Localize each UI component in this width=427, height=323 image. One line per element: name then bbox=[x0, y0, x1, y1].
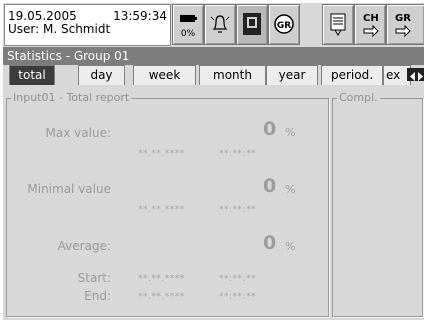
statistics-content: Input01 - Total report Max value: 0 % **… bbox=[3, 85, 424, 320]
start-label: Start: bbox=[77, 271, 111, 285]
tab-scroll-right[interactable] bbox=[416, 68, 424, 81]
status-info-box: 19.05.2005 13:59:34 User: M. Schmidt bbox=[4, 4, 171, 46]
display-icon bbox=[243, 13, 261, 35]
print-icon bbox=[330, 13, 346, 36]
compl-panel: Compl. bbox=[332, 91, 423, 317]
ch-switch-icon bbox=[363, 24, 379, 38]
alarm-button[interactable] bbox=[204, 4, 236, 45]
max-value: 0 bbox=[263, 118, 277, 140]
print-button[interactable] bbox=[322, 4, 354, 45]
min-date: **.**.**** bbox=[138, 205, 185, 215]
max-time: **:**:** bbox=[219, 149, 257, 159]
average-value: 0 bbox=[263, 232, 277, 254]
start-date: **.**.**** bbox=[138, 274, 185, 284]
gr-icon: GR bbox=[274, 14, 294, 34]
alarm-bell-icon bbox=[210, 15, 230, 33]
tab-period[interactable]: period. bbox=[321, 65, 383, 85]
input-report-panel: Input01 - Total report Max value: 0 % **… bbox=[6, 91, 329, 317]
group-switch-button[interactable]: GR bbox=[386, 4, 424, 45]
end-time: **:**:** bbox=[219, 292, 257, 302]
battery-percent: 0% bbox=[180, 29, 196, 39]
min-value-label: Minimal value bbox=[27, 182, 111, 196]
tab-month[interactable]: month bbox=[199, 65, 266, 85]
tab-year[interactable]: year bbox=[266, 65, 318, 85]
status-header: 19.05.2005 13:59:34 User: M. Schmidt 0% bbox=[3, 3, 424, 46]
tab-day[interactable]: day bbox=[78, 65, 125, 85]
max-date: **.**.**** bbox=[138, 149, 185, 159]
tab-bar: total day week month year period. ex bbox=[3, 65, 424, 85]
max-unit: % bbox=[285, 126, 296, 139]
input-panel-title: Input01 - Total report bbox=[11, 91, 132, 104]
gr-switch-icon bbox=[395, 24, 411, 38]
average-label: Average: bbox=[57, 239, 111, 253]
end-label: End: bbox=[84, 289, 111, 303]
channel-switch-button[interactable]: CH bbox=[354, 4, 386, 45]
display-button[interactable] bbox=[236, 4, 268, 45]
battery-indicator: 0% bbox=[172, 4, 204, 45]
min-value: 0 bbox=[263, 175, 277, 197]
user-display: User: M. Schmidt bbox=[8, 22, 111, 36]
chevron-right-icon bbox=[418, 72, 423, 81]
min-time: **:**:** bbox=[219, 205, 257, 215]
svg-text:GR: GR bbox=[277, 21, 291, 31]
screen-title-bar: Statistics - Group 01 bbox=[3, 47, 424, 65]
average-unit: % bbox=[285, 240, 296, 253]
page-title: Statistics - Group 01 bbox=[7, 49, 130, 63]
battery-icon bbox=[180, 15, 197, 22]
time-display: 13:59:34 bbox=[113, 9, 167, 23]
max-value-label: Max value: bbox=[45, 126, 111, 140]
min-unit: % bbox=[285, 183, 296, 196]
tab-total[interactable]: total bbox=[9, 65, 55, 85]
device-screen: 19.05.2005 13:59:34 User: M. Schmidt 0% bbox=[3, 3, 424, 320]
start-time: **:**:** bbox=[219, 274, 257, 284]
group-button[interactable]: GR bbox=[268, 4, 300, 45]
tab-week[interactable]: week bbox=[133, 65, 196, 85]
end-date: **.**.**** bbox=[138, 292, 185, 302]
compl-panel-title: Compl. bbox=[337, 91, 380, 104]
